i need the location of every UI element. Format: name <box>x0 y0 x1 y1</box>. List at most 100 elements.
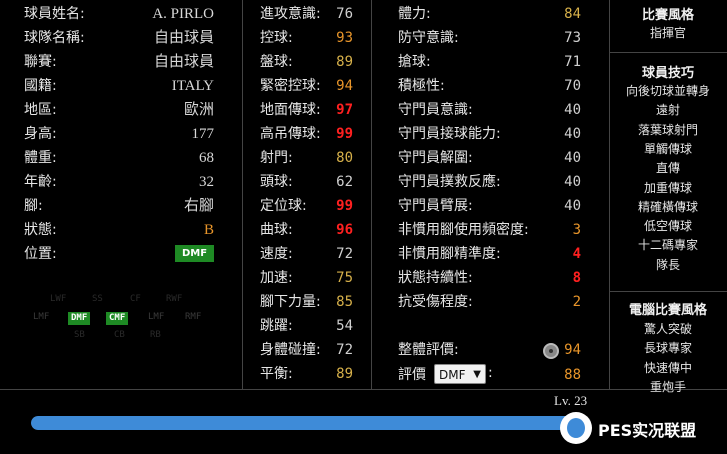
profile-value: 32 <box>199 174 214 190</box>
sidebar-item: 長球專家 <box>643 341 692 356</box>
attribute-label: 頭球: <box>260 174 293 190</box>
attribute-label: 平衡: <box>260 366 293 382</box>
attribute-label: 守門員解圍: <box>398 150 473 166</box>
sidebar-item: 重炮手 <box>649 379 686 394</box>
attribute-label: 曲球: <box>260 222 293 238</box>
sidebar-item: 加重傳球 <box>643 180 692 195</box>
attribute-row: 控球: 93 <box>242 27 371 49</box>
sidebar-item: 單觸傳球 <box>643 141 692 156</box>
attribute-value: 54 <box>336 318 353 334</box>
attribute-label: 射門: <box>260 150 293 166</box>
skills-sidebar: 比賽風格 指揮官 球員技巧 向後切球並轉身 遠射 落葉球射門 單觸傳球 直傳 加重傳球 精確橫傳球… <box>609 0 727 394</box>
profile-label: 地區: <box>24 102 57 118</box>
attribute-label: 守門員撲救反應: <box>398 174 501 190</box>
attribute-label: 地面傳球: <box>260 102 321 118</box>
attribute-label: 守門員臂展: <box>398 198 473 214</box>
profile-label: 國籍: <box>24 78 57 94</box>
sidebar-divider <box>609 52 727 53</box>
attribute-row: 體力: 84 <box>371 3 609 25</box>
position-map-cell: LMF <box>33 312 50 322</box>
profile-panel: 球員姓名: A. PIRLO 球隊名稱: 自由球員 聯賽: 自由球員 國籍: ITALY 地區:… <box>0 0 242 389</box>
position-map-cell: CB <box>114 330 125 340</box>
position-select[interactable]: DMF ▼ <box>434 364 486 384</box>
attribute-value: 72 <box>336 342 353 358</box>
attribute-value: 72 <box>336 246 353 262</box>
attribute-value: 40 <box>564 126 581 142</box>
profile-row: 狀態: B <box>0 219 242 241</box>
overall-rating-value: 94 <box>564 342 581 358</box>
attribute-label: 盤球: <box>260 54 293 70</box>
colon-separator: : <box>488 365 493 381</box>
watermark-text: PES实况联盟 <box>598 421 697 440</box>
attribute-label: 狀態持續性: <box>398 270 473 286</box>
attribute-row: 防守意識: 73 <box>371 27 609 49</box>
position-map-cell: CF <box>130 294 141 304</box>
sidebar-item: 遠射 <box>655 103 680 118</box>
attribute-label: 非慣用腳精準度: <box>398 246 501 262</box>
attribute-label: 積極性: <box>398 78 445 94</box>
attribute-label: 非慣用腳使用頻密度: <box>398 222 529 238</box>
level-progress-fill <box>31 416 575 430</box>
watermark: PES实况联盟 <box>560 410 725 446</box>
attribute-value: 70 <box>564 78 581 94</box>
attribute-value: 71 <box>564 54 581 70</box>
profile-value: A. PIRLO <box>152 6 214 22</box>
position-map-cell: SB <box>74 330 85 340</box>
attribute-label: 守門員意識: <box>398 102 473 118</box>
attribute-row: 守門員臂展: 40 <box>371 195 609 217</box>
settings-icon[interactable] <box>543 343 559 359</box>
attribute-value: 75 <box>336 270 353 286</box>
sidebar-item: 落葉球射門 <box>637 122 698 137</box>
attribute-label: 體力: <box>398 6 431 22</box>
attribute-label: 守門員接球能力: <box>398 126 501 142</box>
sidebar-item: 向後切球並轉身 <box>625 84 710 98</box>
attribute-value: 99 <box>336 126 353 142</box>
position-map-cell: RWF <box>166 294 183 304</box>
profile-value: 歐洲 <box>183 102 214 118</box>
attribute-label: 進攻意識: <box>260 6 321 22</box>
attribute-value: 3 <box>572 222 581 238</box>
profile-row: 地區: 歐洲 <box>0 99 242 121</box>
attribute-row: 身體碰撞: 72 <box>242 339 371 361</box>
position-select-value: DMF <box>439 368 466 382</box>
profile-row: 體重: 68 <box>0 147 242 169</box>
attribute-row: 緊密控球: 94 <box>242 75 371 97</box>
attribute-row: 守門員意識: 40 <box>371 99 609 121</box>
attribute-value: 2 <box>572 294 581 310</box>
level-progress-bar <box>31 416 591 430</box>
attribute-row: 守門員接球能力: 40 <box>371 123 609 145</box>
position-rating-value: 88 <box>564 367 581 383</box>
attribute-label: 抗受傷程度: <box>398 294 473 310</box>
attribute-value: 89 <box>336 54 353 70</box>
profile-row: 年齡: 32 <box>0 171 242 193</box>
attribute-value: 8 <box>572 270 581 286</box>
profile-label: 球員姓名: <box>24 6 85 22</box>
profile-value: 自由球員 <box>153 30 214 46</box>
position-map-cell: LMF <box>148 312 165 322</box>
profile-label: 腳: <box>24 198 43 214</box>
attribute-value: 84 <box>564 6 581 22</box>
profile-value: B <box>203 222 214 238</box>
profile-row: 聯賽: 自由球員 <box>0 51 242 73</box>
attribute-row: 頭球: 62 <box>242 171 371 193</box>
attribute-row: 盤球: 89 <box>242 51 371 73</box>
profile-row: 身高: 177 <box>0 123 242 145</box>
attribute-label: 控球: <box>260 30 293 46</box>
profile-label: 球隊名稱: <box>24 30 85 46</box>
attribute-row: 高吊傳球: 99 <box>242 123 371 145</box>
overall-rating-label: 整體評價: <box>398 342 459 358</box>
profile-value: 177 <box>191 126 215 142</box>
attribute-row: 曲球: 96 <box>242 219 371 241</box>
position-map-cell: RB <box>150 330 161 340</box>
sidebar-divider <box>609 291 727 292</box>
attribute-row: 非慣用腳使用頻密度: 3 <box>371 219 609 241</box>
attribute-value: 40 <box>564 198 581 214</box>
level-label: Lv. 23 <box>554 393 588 408</box>
attribute-value: 96 <box>336 222 353 238</box>
attribute-row: 守門員撲救反應: 40 <box>371 171 609 193</box>
attribute-row: 速度: 72 <box>242 243 371 265</box>
player-stats-screen: 球員姓名: A. PIRLO 球隊名稱: 自由球員 聯賽: 自由球員 國籍: ITALY 地區:… <box>0 0 727 454</box>
attribute-value: 40 <box>564 174 581 190</box>
position-map-cell: CMF <box>106 312 129 325</box>
profile-row: 球隊名稱: 自由球員 <box>0 27 242 49</box>
